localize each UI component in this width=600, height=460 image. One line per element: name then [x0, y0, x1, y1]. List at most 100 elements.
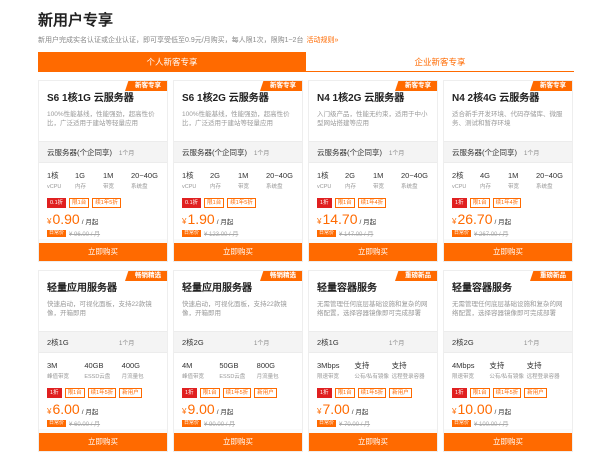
- price-unit: / 月起: [359, 219, 377, 226]
- tab-enterprise[interactable]: 企业新客专享: [306, 52, 574, 72]
- original-price: ¥ 60.00 / 月: [69, 421, 101, 428]
- tab-personal[interactable]: 个人新客专享: [38, 52, 306, 72]
- spec-name: 限速带宽: [317, 374, 340, 380]
- period-select[interactable]: 1个月: [254, 148, 269, 157]
- period-select[interactable]: 1个月: [389, 148, 404, 157]
- spec-name: 远程登录容器: [526, 374, 560, 380]
- price-row: ¥ 26.70 / 月起: [444, 209, 572, 227]
- buy-now-button[interactable]: 立即购买: [174, 243, 302, 261]
- original-price-tag: 日常价: [317, 419, 337, 427]
- card-title: 轻量容器服务: [452, 283, 512, 294]
- card-badge: 畅销精选: [125, 271, 167, 281]
- spec-name: vCPU: [452, 184, 467, 190]
- original-price-tag: 日常价: [182, 419, 202, 427]
- card-description: 入门级产品，性能无约束，适用于中小型网站搭建等应用: [317, 111, 428, 127]
- spec-value: 1M: [508, 171, 519, 180]
- spec-select-label[interactable]: 2核1G: [47, 337, 119, 348]
- buy-now-button[interactable]: 立即购买: [39, 433, 167, 451]
- promo-tags: 1折 限1台 续1年5折 新用户: [309, 387, 437, 399]
- spec-selector[interactable]: 云服务器(个企同享) 1个月: [174, 141, 302, 163]
- spec-selector[interactable]: 2核2G 1个月: [444, 331, 572, 353]
- spec-select-label[interactable]: 云服务器(个企同享): [452, 147, 524, 158]
- spec-value: 1核: [47, 171, 59, 180]
- original-price-row: 日常价 ¥ 267.00 / 月: [444, 227, 572, 239]
- promo-tag: 1折: [182, 388, 197, 398]
- spec-selector[interactable]: 2核2G 1个月: [174, 331, 302, 353]
- spec-item: 400G 月流量包: [122, 361, 159, 387]
- rules-link[interactable]: 活动规则»: [306, 37, 338, 44]
- original-price-row: 日常价 ¥ 70.00 / 月: [309, 417, 437, 429]
- currency-symbol: ¥: [452, 407, 457, 416]
- promo-tags: 1折 限1台 续1年5折 新用户: [39, 387, 167, 399]
- price-unit: / 月起: [351, 409, 369, 416]
- period-select[interactable]: 1个月: [389, 338, 404, 347]
- spec-selector[interactable]: 2核1G 1个月: [309, 331, 437, 353]
- spec-select-label[interactable]: 2核2G: [182, 337, 254, 348]
- spec-value: 支持: [391, 361, 407, 370]
- spec-name: 内存: [210, 184, 222, 190]
- spec-item: 支持 公有/私有镜像: [489, 361, 526, 387]
- original-price-tag: 日常价: [47, 419, 67, 427]
- period-select[interactable]: 1个月: [254, 338, 269, 347]
- spec-item: 1M 带宽: [238, 171, 266, 197]
- spec-select-label[interactable]: 云服务器(个企同享): [182, 147, 254, 158]
- promo-tag: 1折: [317, 198, 332, 208]
- card-title: 轻量容器服务: [317, 283, 377, 294]
- currency-symbol: ¥: [47, 407, 52, 416]
- spec-item: 1核 vCPU: [47, 171, 75, 197]
- buy-now-button[interactable]: 立即购买: [174, 433, 302, 451]
- page-subtitle: 新用户完成实名认证或企业认证，即可享受低至0.9元/月购买，每人限1次，限购1~…: [38, 36, 598, 46]
- promo-tag: 限1台: [469, 198, 490, 208]
- spec-item: 20~40G 系统盘: [266, 171, 294, 197]
- spec-item: 支持 公有/私有镜像: [354, 361, 391, 387]
- price-unit: / 月起: [81, 219, 99, 226]
- card-title: S6 1核2G 云服务器: [182, 93, 269, 104]
- buy-now-button[interactable]: 立即购买: [39, 243, 167, 261]
- buy-now-button[interactable]: 立即购买: [309, 243, 437, 261]
- buy-now-button[interactable]: 立即购买: [444, 433, 572, 451]
- period-select[interactable]: 1个月: [524, 148, 539, 157]
- original-price: ¥ 100.00 / 月: [474, 421, 509, 428]
- spec-value: 20~40G: [266, 171, 293, 180]
- promo-tag: 续1年5折: [227, 198, 256, 208]
- promo-tag: 0.1折: [47, 198, 67, 208]
- spec-select-label[interactable]: 2核1G: [317, 337, 389, 348]
- promo-tag: 新用户: [254, 388, 277, 398]
- spec-selector[interactable]: 云服务器(个企同享) 1个月: [309, 141, 437, 163]
- spec-select-label[interactable]: 云服务器(个企同享): [317, 147, 389, 158]
- spec-name: 系统盘: [401, 184, 418, 190]
- spec-value: 20~40G: [536, 171, 563, 180]
- buy-now-button[interactable]: 立即购买: [309, 433, 437, 451]
- price-value: 14.70: [322, 211, 358, 227]
- spec-name: vCPU: [182, 184, 197, 190]
- spec-value: 2G: [210, 171, 221, 180]
- price-row: ¥ 0.90 / 月起: [39, 209, 167, 227]
- spec-selector[interactable]: 云服务器(个企同享) 1个月: [39, 141, 167, 163]
- spec-item: 3Mbps 限速带宽: [317, 361, 354, 387]
- spec-select-label[interactable]: 2核2G: [452, 337, 524, 348]
- spec-selector[interactable]: 2核1G 1个月: [39, 331, 167, 353]
- card-title: 轻量应用服务器: [47, 283, 117, 294]
- card-title: S6 1核1G 云服务器: [47, 93, 134, 104]
- spec-name: 带宽: [103, 184, 115, 190]
- spec-name: 峰值带宽: [182, 374, 205, 380]
- card-badge: 新客专享: [260, 81, 302, 91]
- spec-list: 4Mbps 限速带宽 支持 公有/私有镜像 支持 远程登录容器: [444, 353, 572, 387]
- spec-item: 1核 vCPU: [182, 171, 210, 197]
- spec-select-label[interactable]: 云服务器(个企同享): [47, 147, 119, 158]
- spec-selector[interactable]: 云服务器(个企同享) 1个月: [444, 141, 572, 163]
- period-select[interactable]: 1个月: [524, 338, 539, 347]
- card-badge: 新客专享: [125, 81, 167, 91]
- currency-symbol: ¥: [182, 217, 187, 226]
- spec-item: 1核 vCPU: [317, 171, 345, 197]
- card-description: 无需管理任何底层基础设施和复杂的网络配置，选择容器镜像即可完成部署: [452, 301, 563, 317]
- price-row: ¥ 9.00 / 月起: [174, 399, 302, 417]
- spec-value: 1G: [75, 171, 86, 180]
- period-select[interactable]: 1个月: [119, 338, 134, 347]
- spec-name: 限速带宽: [452, 374, 475, 380]
- promo-tag: 新用户: [524, 388, 547, 398]
- buy-now-button[interactable]: 立即购买: [444, 243, 572, 261]
- spec-name: 峰值带宽: [47, 374, 70, 380]
- period-select[interactable]: 1个月: [119, 148, 134, 157]
- spec-list: 3Mbps 限速带宽 支持 公有/私有镜像 支持 远程登录容器: [309, 353, 437, 387]
